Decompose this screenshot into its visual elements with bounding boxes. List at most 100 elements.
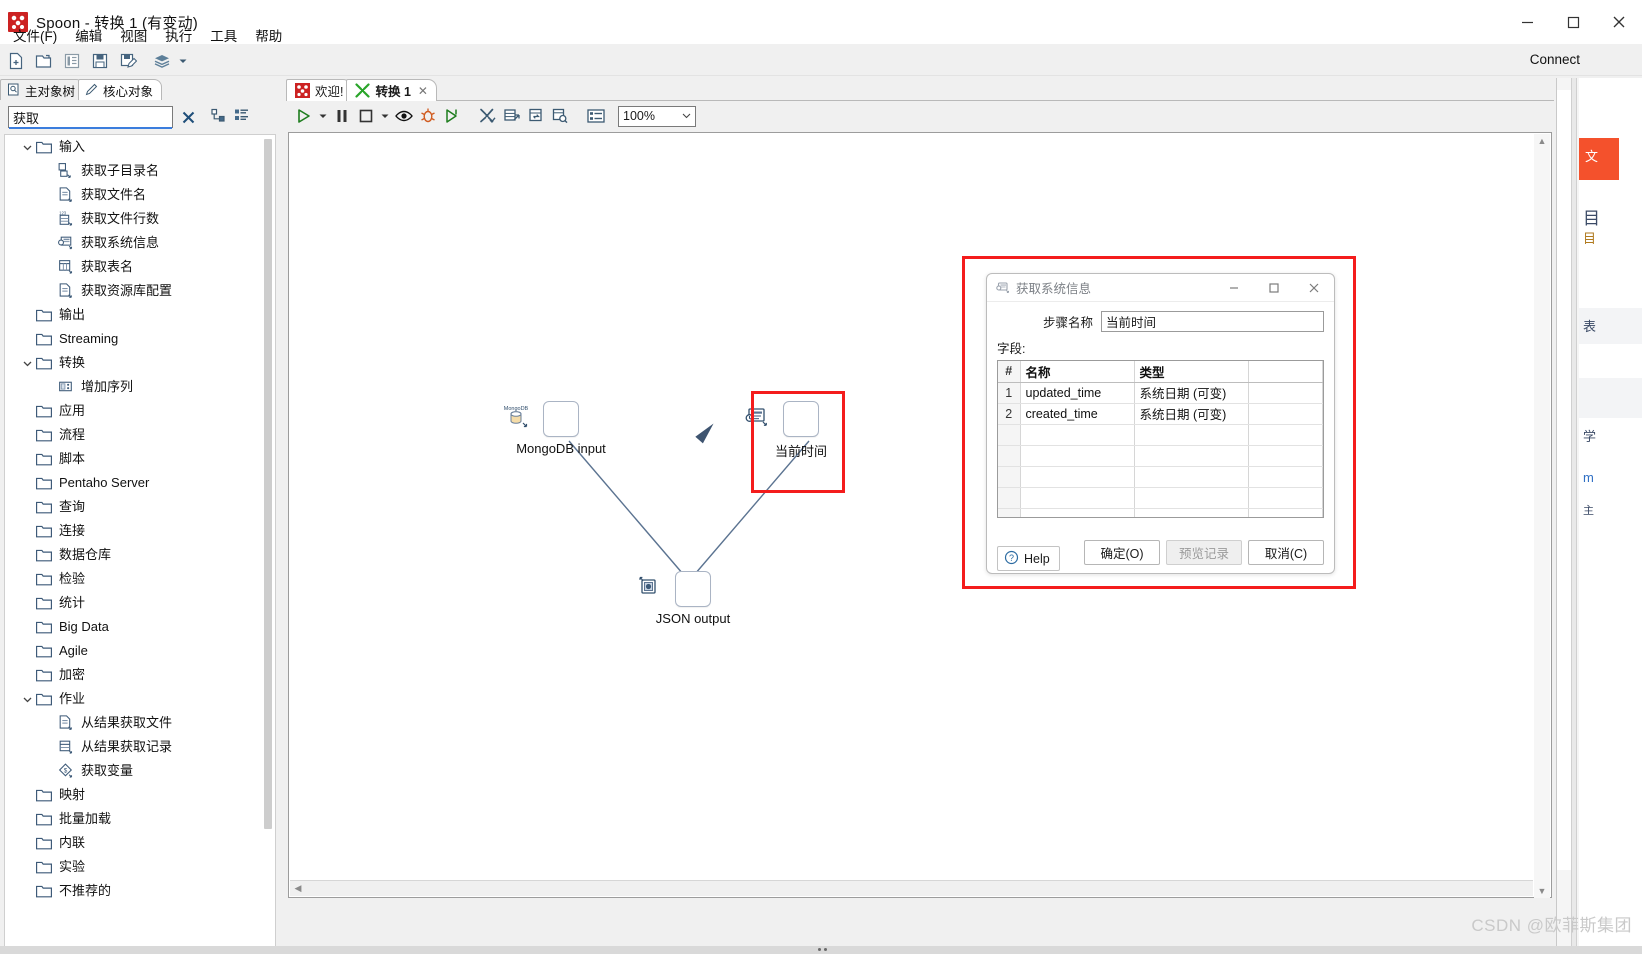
table-cell[interactable]: [1020, 487, 1135, 509]
table-row[interactable]: [998, 445, 1323, 467]
collapse-tree-icon[interactable]: [211, 108, 226, 126]
impact-icon[interactable]: [500, 104, 524, 128]
tab-core-objects[interactable]: 核心对象: [78, 79, 163, 100]
table-cell[interactable]: [1134, 424, 1249, 446]
tree-item[interactable]: 从结果获取记录: [5, 735, 263, 759]
table-cell[interactable]: [1248, 445, 1323, 467]
cancel-button[interactable]: 取消(C): [1248, 540, 1324, 565]
menu-view[interactable]: 视图: [111, 23, 156, 47]
table-row[interactable]: 2 created_time 系统日期 (可变): [998, 403, 1323, 425]
tab-welcome[interactable]: 欢迎!: [286, 79, 353, 101]
save-button[interactable]: [86, 48, 114, 74]
row-index-cell[interactable]: 1: [998, 382, 1021, 404]
connect-link[interactable]: Connect: [1530, 52, 1580, 67]
canvas-vertical-scrollbar[interactable]: ▲ ▼: [1534, 134, 1550, 898]
transformation-canvas[interactable]: MongoDB MongoDB input 当前时间 JSON output ◀…: [288, 132, 1552, 898]
zoom-level-select[interactable]: 100%: [618, 105, 696, 127]
tree-item[interactable]: 获取系统信息: [5, 231, 263, 255]
new-file-button[interactable]: [2, 48, 30, 74]
close-icon[interactable]: ✕: [418, 84, 428, 98]
canvas-horizontal-scrollbar[interactable]: ◀: [290, 880, 1533, 896]
tree-item[interactable]: 实验: [5, 855, 263, 879]
column-header-name[interactable]: 名称: [1020, 361, 1135, 383]
tree-item[interactable]: 脚本: [5, 447, 263, 471]
open-file-button[interactable]: [30, 48, 58, 74]
tree-vertical-scrollbar[interactable]: [262, 136, 274, 954]
row-index-cell[interactable]: 2: [998, 403, 1021, 425]
tab-transformation-1[interactable]: 转换 1 ✕: [346, 79, 437, 101]
table-cell[interactable]: 系统日期 (可变): [1134, 382, 1249, 404]
clear-search-button[interactable]: [173, 110, 203, 125]
dialog-maximize-button[interactable]: [1254, 275, 1294, 301]
tree-item[interactable]: 应用: [5, 399, 263, 423]
table-cell[interactable]: 系统日期 (可变): [1134, 403, 1249, 425]
debug-bug-icon[interactable]: [416, 104, 440, 128]
table-cell[interactable]: [1020, 508, 1135, 517]
step-json-output[interactable]: JSON output: [633, 571, 753, 626]
table-row[interactable]: [998, 466, 1323, 488]
row-index-cell[interactable]: [998, 445, 1021, 467]
row-index-cell[interactable]: [998, 487, 1021, 509]
help-button[interactable]: ? Help: [997, 546, 1060, 571]
tree-item[interactable]: 查询: [5, 495, 263, 519]
table-cell[interactable]: [1248, 487, 1323, 509]
row-index-cell[interactable]: [998, 466, 1021, 488]
run-dropdown-caret[interactable]: [316, 104, 330, 128]
dialog-close-button[interactable]: [1294, 275, 1334, 301]
tree-item[interactable]: 获取子目录名: [5, 159, 263, 183]
table-row[interactable]: [998, 487, 1323, 509]
show-grid-icon[interactable]: [584, 104, 608, 128]
pause-button[interactable]: [330, 104, 354, 128]
menu-help[interactable]: 帮助: [246, 23, 291, 47]
table-cell[interactable]: [1134, 466, 1249, 488]
scroll-up-arrow[interactable]: ▲: [1538, 134, 1547, 148]
verify-icon[interactable]: [476, 104, 500, 128]
search-input-wrapper[interactable]: [8, 106, 173, 129]
ok-button[interactable]: 确定(O): [1084, 540, 1160, 565]
table-cell[interactable]: [1020, 466, 1135, 488]
table-cell[interactable]: [1248, 382, 1323, 404]
chevron-down-icon[interactable]: [19, 351, 35, 375]
tree-item[interactable]: 统计: [5, 591, 263, 615]
repository-dropdown[interactable]: [176, 49, 190, 73]
sql-icon[interactable]: [524, 104, 548, 128]
table-cell[interactable]: [1248, 403, 1323, 425]
menu-run[interactable]: 执行: [156, 23, 201, 47]
search-input[interactable]: [9, 107, 172, 127]
tree-item[interactable]: 数据仓库: [5, 543, 263, 567]
preview-eye-icon[interactable]: [392, 104, 416, 128]
tree-item[interactable]: 输出: [5, 303, 263, 327]
tree-item[interactable]: 转换: [5, 351, 263, 375]
tree-item[interactable]: 映射: [5, 783, 263, 807]
table-cell[interactable]: [1020, 445, 1135, 467]
tree-item[interactable]: Pentaho Server: [5, 471, 263, 495]
tree-item[interactable]: 作业: [5, 687, 263, 711]
save-as-button[interactable]: [114, 48, 142, 74]
table-cell[interactable]: [1248, 466, 1323, 488]
tree-item[interactable]: 输入: [5, 135, 263, 159]
tree-item[interactable]: 获取表名: [5, 255, 263, 279]
tree-item[interactable]: Agile: [5, 639, 263, 663]
scroll-left-arrow[interactable]: ◀: [290, 883, 306, 894]
menu-edit[interactable]: 编辑: [66, 23, 111, 47]
preview-records-button[interactable]: 预览记录: [1166, 540, 1242, 565]
table-cell[interactable]: [1020, 424, 1135, 446]
list-view-icon[interactable]: [234, 108, 249, 126]
tree-item[interactable]: 123 获取文件行数: [5, 207, 263, 231]
table-cell[interactable]: [1134, 445, 1249, 467]
table-row[interactable]: [998, 508, 1323, 517]
chevron-down-icon[interactable]: [19, 135, 35, 159]
table-cell[interactable]: [1134, 508, 1249, 517]
tree-item[interactable]: Big Data: [5, 615, 263, 639]
table-cell[interactable]: updated_time: [1020, 382, 1135, 404]
chevron-down-icon[interactable]: [19, 687, 35, 711]
tree-item[interactable]: 检验: [5, 567, 263, 591]
scroll-down-arrow[interactable]: ▼: [1538, 884, 1547, 898]
tree-item[interactable]: 增加序列: [5, 375, 263, 399]
row-index-cell[interactable]: [998, 424, 1021, 446]
tab-main-object-tree[interactable]: 主对象树: [0, 79, 85, 100]
explorer-button[interactable]: [58, 48, 86, 74]
table-cell[interactable]: created_time: [1020, 403, 1135, 425]
step-name-input[interactable]: 当前时间: [1101, 311, 1324, 332]
column-header-type[interactable]: 类型: [1134, 361, 1249, 383]
